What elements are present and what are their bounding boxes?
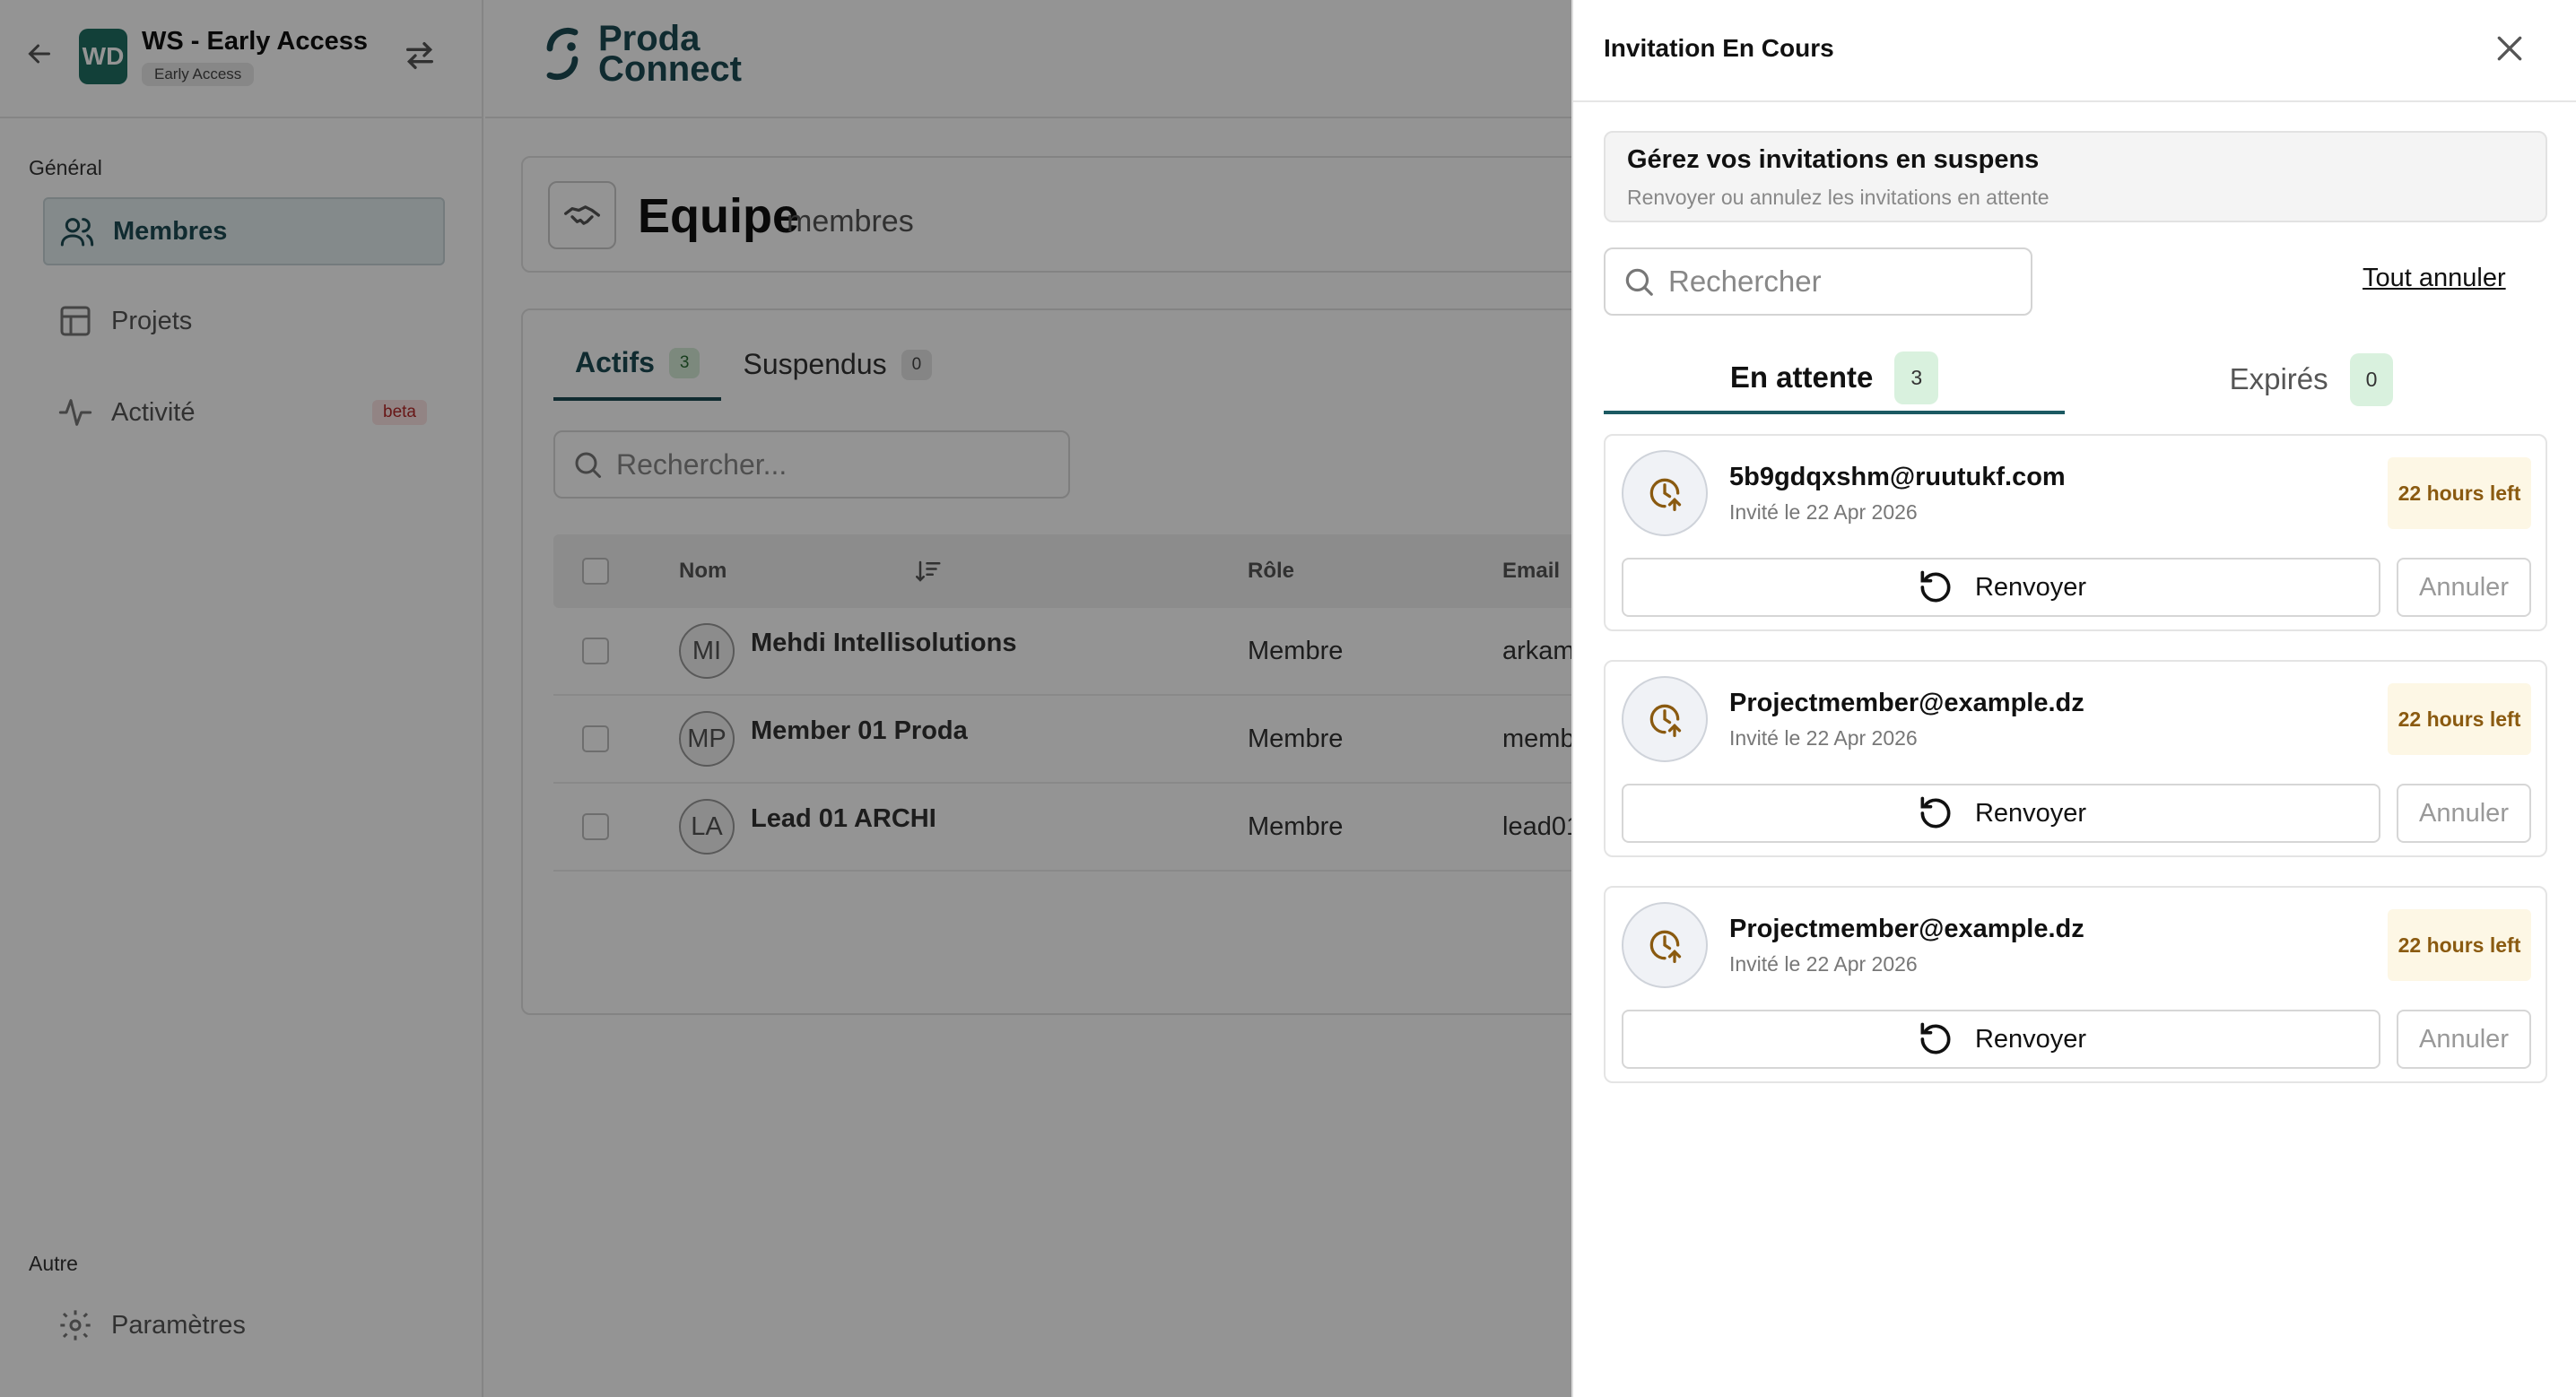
refresh-icon — [1920, 1022, 1951, 1054]
resend-button[interactable]: Renvoyer — [1622, 558, 2380, 617]
tab-label: Expirés — [2229, 362, 2328, 395]
invitation-tabs: En attente 3 Expirés 0 — [1604, 344, 2547, 414]
pending-clock-icon — [1622, 902, 1708, 988]
tab-label: En attente — [1729, 360, 1874, 394]
refresh-icon — [1920, 796, 1951, 829]
search-placeholder: Rechercher — [1668, 265, 1822, 298]
drawer-header: Invitation En Cours — [1573, 0, 2576, 102]
invitation-date: Invité le 22 Apr 2026 — [1729, 952, 1918, 976]
tab-count-badge: 0 — [2349, 352, 2394, 406]
resend-label: Renvoyer — [1974, 1024, 2087, 1054]
cancel-invitation-button[interactable]: Annuler — [2397, 784, 2531, 843]
resend-button[interactable]: Renvoyer — [1622, 1010, 2380, 1069]
close-icon[interactable] — [2492, 30, 2528, 66]
refresh-icon — [1920, 570, 1951, 603]
invitation-card: Projectmember@example.dz Invité le 22 Ap… — [1604, 660, 2547, 857]
drawer-title: Invitation En Cours — [1604, 34, 1834, 62]
time-left-badge: 22 hours left — [2388, 909, 2531, 981]
search-icon — [1625, 268, 1653, 296]
cancel-all-link[interactable]: Tout annuler — [2363, 264, 2506, 293]
tab-en-attente[interactable]: En attente 3 — [1604, 344, 2065, 414]
tab-count-badge: 3 — [1894, 351, 1939, 404]
resend-button[interactable]: Renvoyer — [1622, 784, 2380, 843]
invitation-date: Invité le 22 Apr 2026 — [1729, 726, 1918, 750]
info-subtitle: Renvoyer ou annulez les invitations en a… — [1627, 186, 2049, 209]
resend-label: Renvoyer — [1974, 572, 2087, 602]
invitation-date: Invité le 22 Apr 2026 — [1729, 500, 1918, 524]
invitation-email: 5b9gdqxshm@ruutukf.com — [1729, 463, 2066, 491]
invitation-email: Projectmember@example.dz — [1729, 915, 2084, 943]
modal-overlay[interactable] — [0, 0, 1571, 1397]
invitation-drawer: Invitation En Cours Gérez vos invitation… — [1571, 0, 2576, 1397]
time-left-badge: 22 hours left — [2388, 457, 2531, 529]
invitation-email: Projectmember@example.dz — [1729, 689, 2084, 717]
invitation-search-input[interactable]: Rechercher — [1604, 247, 2032, 316]
cancel-invitation-button[interactable]: Annuler — [2397, 1010, 2531, 1069]
pending-clock-icon — [1622, 676, 1708, 762]
cancel-invitation-button[interactable]: Annuler — [2397, 558, 2531, 617]
tab-expires[interactable]: Expirés 0 — [2076, 344, 2547, 414]
info-box: Gérez vos invitations en suspens Renvoye… — [1604, 131, 2547, 222]
pending-clock-icon — [1622, 450, 1708, 536]
resend-label: Renvoyer — [1974, 798, 2087, 828]
info-title: Gérez vos invitations en suspens — [1627, 145, 2040, 174]
invitation-card: 5b9gdqxshm@ruutukf.com Invité le 22 Apr … — [1604, 434, 2547, 631]
invitation-card: Projectmember@example.dz Invité le 22 Ap… — [1604, 886, 2547, 1083]
time-left-badge: 22 hours left — [2388, 683, 2531, 755]
